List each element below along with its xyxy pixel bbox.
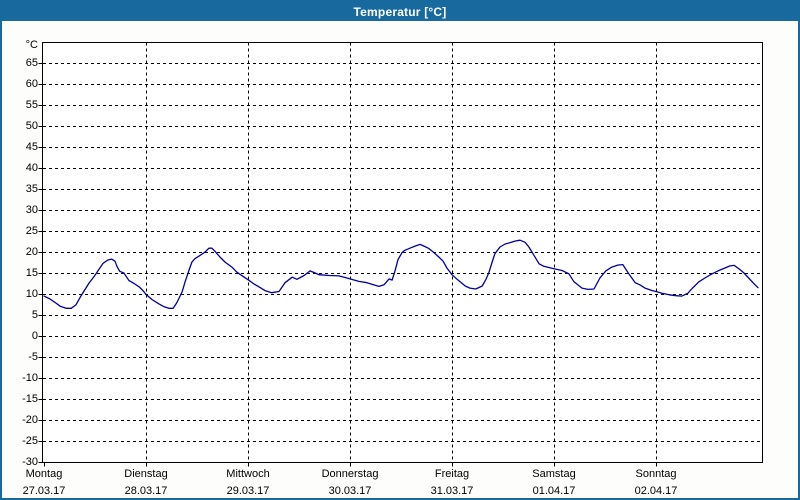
y-axis-tick-label: 50 xyxy=(25,120,38,132)
x-axis-day-label: Montag xyxy=(25,468,63,480)
x-axis-day-label: Freitag xyxy=(434,468,470,480)
x-axis-date-label: 28.03.17 xyxy=(124,485,168,497)
y-axis-tick-label: 15 xyxy=(25,267,38,279)
y-axis-tick-label: 45 xyxy=(25,141,38,153)
x-axis-date-label: 29.03.17 xyxy=(226,485,270,497)
y-axis-tick-label: 0 xyxy=(31,330,38,342)
y-axis-tick-label: 30 xyxy=(25,204,38,216)
y-axis-tick-label: -20 xyxy=(22,414,38,426)
y-axis-tick-label: 65 xyxy=(25,57,38,69)
y-axis-tick-label: 40 xyxy=(25,162,38,174)
x-axis-day-label: Samstag xyxy=(532,468,576,480)
x-axis-date-label: 01.04.17 xyxy=(532,485,576,497)
y-axis-tick-label: 25 xyxy=(25,225,38,237)
y-axis-tick-label: 10 xyxy=(25,288,38,300)
y-axis-tick-label: 60 xyxy=(25,78,38,90)
temperature-chart xyxy=(38,42,763,467)
y-axis-tick-label: -15 xyxy=(22,393,38,405)
y-axis-tick-label: -5 xyxy=(28,351,38,363)
x-axis-date-label: 27.03.17 xyxy=(22,485,66,497)
app-window: Temperatur [°C] °C 65 60 55 50 45 40 35 30 25 20 1… xyxy=(0,0,800,500)
x-axis-date-label: 31.03.17 xyxy=(430,485,474,497)
y-axis-tick-label: 35 xyxy=(25,183,38,195)
y-axis-unit-label: °C xyxy=(25,39,38,51)
y-axis-tick-label: 55 xyxy=(25,99,38,111)
y-axis-tick-label: 5 xyxy=(31,309,38,321)
x-axis-day-label: Mittwoch xyxy=(226,468,270,480)
y-axis-tick-label: -10 xyxy=(22,372,38,384)
y-axis-tick-label: -25 xyxy=(22,435,38,447)
y-axis-tick-label: -30 xyxy=(22,456,38,468)
x-axis-date-label: 02.04.17 xyxy=(634,485,678,497)
y-axis-tick-label: 20 xyxy=(25,246,38,258)
x-axis-day-label: Donnerstag xyxy=(321,468,379,480)
x-axis-day-label: Dienstag xyxy=(124,468,168,480)
x-axis-day-label: Sonntag xyxy=(635,468,677,480)
x-axis-date-label: 30.03.17 xyxy=(328,485,372,497)
